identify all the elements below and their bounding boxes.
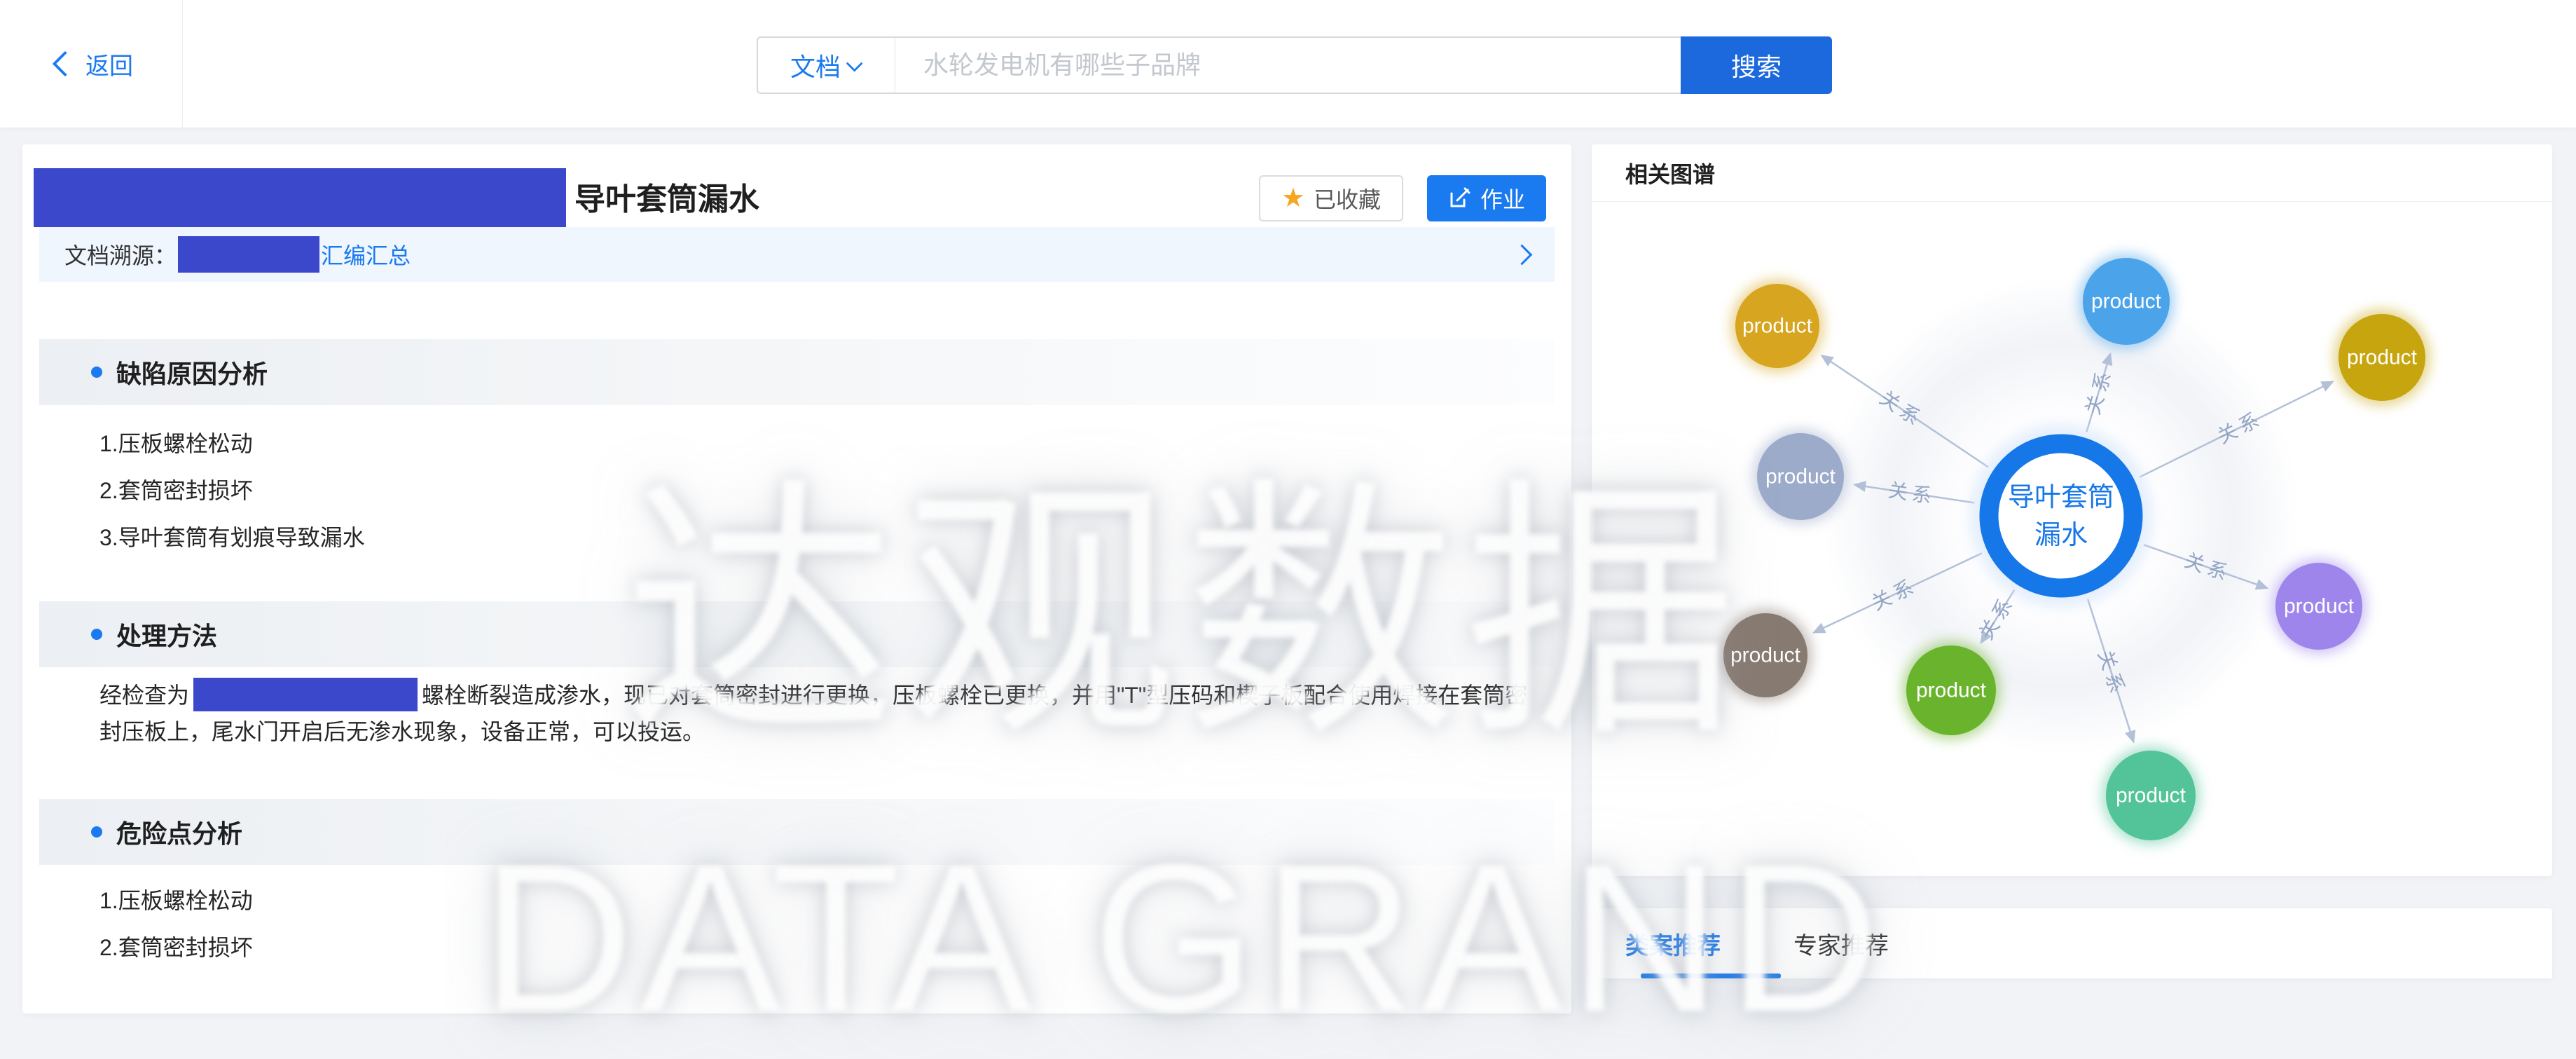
treatment-paragraph: 经检查为螺栓断裂造成渗水，现已对套筒密封进行更换，压板螺栓已更换，并用"T"型压…	[99, 677, 1537, 750]
bullet-dot-icon	[91, 629, 102, 640]
section-title: 危险点分析	[116, 814, 242, 850]
back-button[interactable]: 返回	[56, 0, 133, 128]
graph-node-label: product	[1916, 679, 1987, 702]
edit-square-icon	[1448, 187, 1470, 210]
source-label: 文档溯源：	[64, 238, 177, 271]
chevron-down-icon	[846, 55, 863, 71]
graph-node-label: product	[1730, 644, 1801, 667]
search-bar: 文档 搜索	[757, 36, 1832, 94]
document-panel: 导叶套筒漏水 ★ 已收藏 作业 文档溯源： 汇编汇总 缺陷原因分析 1.压板螺栓…	[22, 144, 1571, 1013]
redacted-inline-text	[193, 678, 418, 711]
danger-point-list: 1.压板螺栓松动 2.套筒密封损坏	[99, 885, 253, 979]
tab-label: 类案推荐	[1625, 927, 1721, 961]
graph-panel-header: 相关图谱	[1592, 144, 2552, 202]
section-title: 处理方法	[116, 616, 217, 653]
work-label: 作业	[1480, 182, 1525, 214]
back-label: 返回	[85, 47, 133, 81]
recommendation-tabs: 类案推荐 专家推荐	[1592, 908, 2552, 978]
chevron-left-icon	[53, 51, 78, 77]
graph-panel-title: 相关图谱	[1625, 157, 1715, 189]
search-input[interactable]	[895, 38, 1682, 93]
redacted-source-name	[178, 236, 319, 273]
active-tab-underline	[1641, 973, 1781, 978]
star-icon: ★	[1281, 185, 1305, 212]
document-source-bar: 文档溯源： 汇编汇总	[39, 227, 1555, 282]
top-header: 返回 文档 搜索	[0, 0, 2576, 128]
section-header-danger-points: 危险点分析	[39, 799, 1555, 865]
list-item: 1.压板螺栓松动	[99, 428, 365, 459]
document-title-row: 导叶套筒漏水 ★ 已收藏 作业	[22, 144, 1571, 235]
document-title: 导叶套筒漏水	[574, 174, 759, 219]
graph-node-label: product	[2347, 346, 2418, 369]
list-item: 2.套筒密封损坏	[99, 475, 365, 506]
graph-node-label: product	[1765, 465, 1836, 488]
list-item: 2.套筒密封损坏	[99, 932, 253, 963]
favorite-button[interactable]: ★ 已收藏	[1259, 175, 1403, 221]
search-category-label: 文档	[790, 47, 841, 83]
chevron-right-icon[interactable]	[1512, 244, 1533, 265]
recommendation-panel: 类案推荐 专家推荐	[1592, 908, 2552, 978]
paragraph-text: 经检查为	[99, 683, 189, 708]
center-node-label: 漏水	[2034, 521, 2088, 550]
graph-node-label: product	[1742, 315, 1813, 338]
section-header-treatment: 处理方法	[39, 601, 1555, 667]
section-header-defect-cause: 缺陷原因分析	[39, 339, 1555, 405]
search-category-dropdown[interactable]: 文档	[758, 38, 895, 93]
bullet-dot-icon	[91, 367, 102, 378]
graph-node-label: product	[2284, 595, 2355, 618]
favorite-label: 已收藏	[1314, 182, 1381, 214]
list-item: 1.压板螺栓松动	[99, 885, 253, 916]
graph-node-label: product	[2091, 290, 2162, 313]
header-divider	[182, 0, 183, 128]
redacted-doc-number	[34, 168, 566, 227]
knowledge-graph: 关系关系关系关系关系关系关系关系productproductproductpro…	[1592, 144, 2552, 876]
center-node-label: 导叶套筒	[2008, 483, 2114, 512]
source-link[interactable]: 汇编汇总	[321, 238, 411, 271]
work-button[interactable]: 作业	[1427, 175, 1546, 221]
tab-similar-cases[interactable]: 类案推荐	[1625, 908, 1721, 978]
defect-cause-list: 1.压板螺栓松动 2.套筒密封损坏 3.导叶套筒有划痕导致漏水	[99, 428, 365, 569]
tab-experts[interactable]: 专家推荐	[1793, 908, 1889, 978]
related-graph-panel: 关系关系关系关系关系关系关系关系productproductproductpro…	[1592, 144, 2552, 876]
list-item: 3.导叶套筒有划痕导致漏水	[99, 522, 365, 553]
search-button[interactable]: 搜索	[1681, 36, 1832, 94]
tab-label: 专家推荐	[1793, 927, 1889, 961]
graph-center-node[interactable]	[1989, 444, 2133, 588]
bullet-dot-icon	[91, 826, 102, 838]
section-title: 缺陷原因分析	[116, 354, 268, 390]
graph-node-label: product	[2116, 784, 2186, 807]
